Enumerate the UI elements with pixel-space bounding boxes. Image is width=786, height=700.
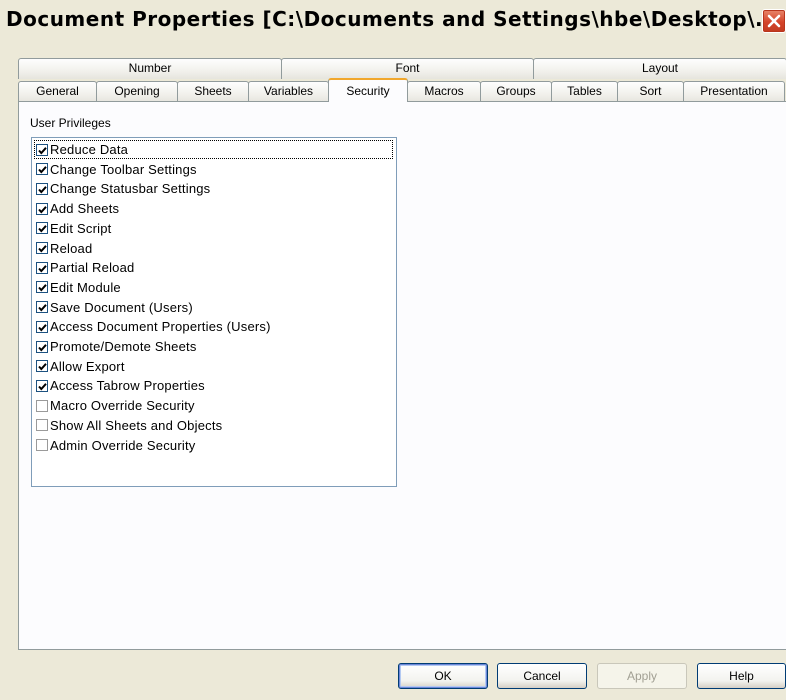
apply-button[interactable]: Apply xyxy=(597,663,687,689)
close-icon xyxy=(767,14,781,28)
checkbox-checked[interactable] xyxy=(36,222,48,235)
checkmark-icon xyxy=(38,205,47,214)
tab-layout[interactable]: Layout xyxy=(533,58,786,79)
ok-button[interactable]: OK xyxy=(398,663,488,689)
privilege-label: Allow Export xyxy=(50,358,125,374)
privilege-item[interactable]: Show All Sheets and Objects xyxy=(34,416,393,435)
privilege-label: Access Document Properties (Users) xyxy=(50,319,271,335)
tab-sheets[interactable]: Sheets xyxy=(177,81,249,102)
tab-row-bottom: General Opening Sheets Variables Securit… xyxy=(18,78,785,102)
privilege-label: Admin Override Security xyxy=(50,437,196,453)
privilege-label: Reduce Data xyxy=(50,142,129,157)
checkmark-icon xyxy=(38,186,47,194)
checkbox-checked[interactable] xyxy=(36,261,48,274)
checkmark-icon xyxy=(38,245,47,253)
tab-general[interactable]: General xyxy=(18,81,97,102)
user-privileges-list[interactable]: Reduce Data Change Toolbar Settings Change… xyxy=(31,137,397,487)
checkbox-checked[interactable] xyxy=(36,202,48,215)
checkbox-checked[interactable] xyxy=(36,143,48,156)
checkbox-unchecked[interactable] xyxy=(36,399,48,412)
checkbox-checked[interactable] xyxy=(36,301,48,314)
window-title: Document Properties [C:\Documents and Se… xyxy=(6,7,780,31)
help-button[interactable]: Help xyxy=(697,663,786,689)
user-privileges-label: User Privileges xyxy=(30,116,111,130)
tab-security[interactable]: Security xyxy=(328,78,408,102)
privilege-item[interactable]: Access Tabrow Properties xyxy=(34,376,393,395)
checkbox-checked[interactable] xyxy=(36,360,48,373)
checkmark-icon xyxy=(38,225,47,233)
privilege-item[interactable]: Partial Reload xyxy=(34,258,393,277)
checkmark-icon xyxy=(38,264,47,273)
checkbox-checked[interactable] xyxy=(36,163,48,176)
checkmark-icon xyxy=(38,284,47,292)
privilege-item[interactable]: Save Document (Users) xyxy=(34,298,393,317)
tab-opening[interactable]: Opening xyxy=(96,81,178,102)
tab-presentation[interactable]: Presentation xyxy=(683,81,785,102)
checkmark-icon xyxy=(38,323,47,332)
privilege-label: Partial Reload xyxy=(50,260,135,276)
privilege-item[interactable]: Edit Script xyxy=(34,219,393,238)
checkbox-checked[interactable] xyxy=(36,281,48,294)
tab-sort[interactable]: Sort xyxy=(617,81,684,102)
checkmark-icon xyxy=(38,166,47,174)
privilege-label: Reload xyxy=(50,240,93,256)
checkbox-checked[interactable] xyxy=(36,182,48,195)
privilege-label: Change Toolbar Settings xyxy=(50,161,197,177)
privilege-item[interactable]: Promote/Demote Sheets xyxy=(34,337,393,356)
privilege-item[interactable]: Reload xyxy=(34,239,393,258)
tab-variables[interactable]: Variables xyxy=(248,81,329,102)
privilege-item[interactable]: Macro Override Security xyxy=(34,396,393,415)
privilege-label: Save Document (Users) xyxy=(50,299,193,315)
privilege-label: Macro Override Security xyxy=(50,398,195,414)
tab-number[interactable]: Number xyxy=(18,58,282,79)
checkbox-unchecked[interactable] xyxy=(36,439,48,451)
tab-macros[interactable]: Macros xyxy=(407,81,481,102)
privilege-item[interactable]: Reduce Data xyxy=(34,140,393,159)
privilege-item[interactable]: Edit Module xyxy=(34,278,393,297)
privilege-item[interactable]: Change Statusbar Settings xyxy=(34,179,393,198)
checkbox-unchecked[interactable] xyxy=(36,419,48,432)
checkmark-icon xyxy=(38,146,47,154)
title-bar[interactable]: Document Properties [C:\Documents and Se… xyxy=(0,0,786,40)
checkbox-checked[interactable] xyxy=(36,379,48,392)
close-button[interactable] xyxy=(762,9,786,33)
tab-groups[interactable]: Groups xyxy=(480,81,552,102)
privilege-label: Edit Module xyxy=(50,279,121,295)
privilege-item[interactable]: Admin Override Security xyxy=(34,436,393,455)
checkbox-checked[interactable] xyxy=(36,320,48,333)
privilege-label: Change Statusbar Settings xyxy=(50,181,211,197)
privilege-item[interactable]: Change Toolbar Settings xyxy=(34,160,393,179)
privilege-item[interactable]: Add Sheets xyxy=(34,199,393,218)
checkbox-checked[interactable] xyxy=(36,242,48,254)
checkmark-icon xyxy=(38,304,47,312)
privilege-label: Promote/Demote Sheets xyxy=(50,339,197,354)
checkbox-checked[interactable] xyxy=(36,340,48,353)
checkmark-icon xyxy=(38,343,47,351)
privilege-label: Access Tabrow Properties xyxy=(50,378,205,394)
privilege-label: Show All Sheets and Objects xyxy=(50,417,223,433)
privilege-label: Edit Script xyxy=(50,220,112,236)
checkmark-icon xyxy=(38,363,47,371)
privilege-label: Add Sheets xyxy=(50,201,120,217)
privilege-item[interactable]: Access Document Properties (Users) xyxy=(34,317,393,336)
tab-tables[interactable]: Tables xyxy=(551,81,618,102)
privilege-item[interactable]: Allow Export xyxy=(34,357,393,376)
checkmark-icon xyxy=(38,383,47,391)
tab-font[interactable]: Font xyxy=(281,58,534,79)
tab-row-top: Number Font Layout xyxy=(18,58,786,79)
cancel-button[interactable]: Cancel xyxy=(497,663,587,689)
